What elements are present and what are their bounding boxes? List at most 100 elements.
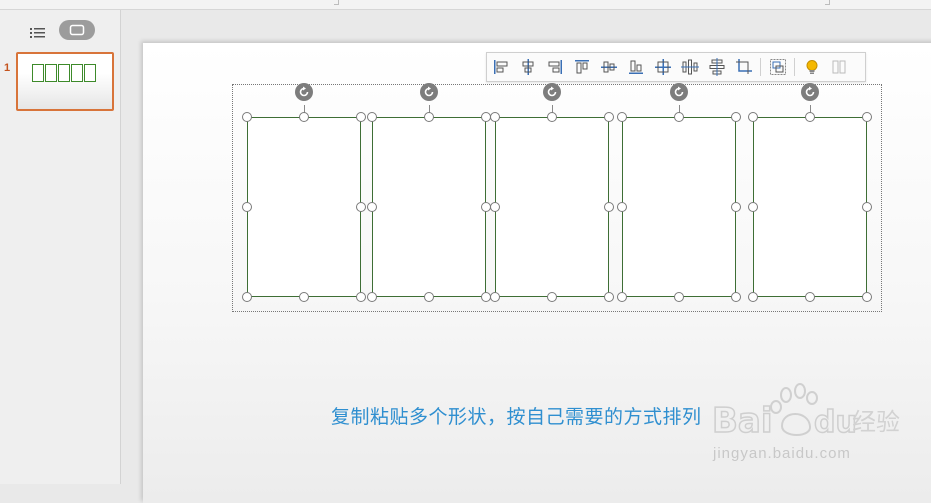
align-center-button[interactable] <box>515 55 541 79</box>
resize-handle[interactable] <box>805 292 815 302</box>
rotate-handle[interactable] <box>543 83 561 101</box>
rectangle-shape-1[interactable] <box>247 117 361 297</box>
align-center-both-icon <box>654 59 671 75</box>
resize-handle[interactable] <box>547 292 557 302</box>
slide-view-button[interactable] <box>59 20 95 40</box>
resize-handle[interactable] <box>617 202 627 212</box>
distribute-horizontal-button[interactable] <box>677 55 703 79</box>
rotate-icon <box>299 86 309 97</box>
resize-handle[interactable] <box>299 292 309 302</box>
resize-handle[interactable] <box>604 202 614 212</box>
crop-button[interactable] <box>731 55 757 79</box>
align-right-icon <box>548 60 562 74</box>
resize-handle[interactable] <box>604 292 614 302</box>
resize-handle[interactable] <box>617 292 627 302</box>
mini-shape <box>58 64 70 82</box>
slide-thumbnail-panel: 1 <box>0 10 121 484</box>
rotate-icon <box>805 86 815 97</box>
mini-shape <box>32 64 44 82</box>
resize-handle[interactable] <box>242 112 252 122</box>
mini-shape <box>71 64 83 82</box>
slide-icon <box>69 24 85 36</box>
group-icon <box>769 59 786 75</box>
rectangle-shape-4[interactable] <box>622 117 736 297</box>
rotate-icon <box>674 86 684 97</box>
resize-handle[interactable] <box>617 112 627 122</box>
outline-view-button[interactable] <box>26 23 50 43</box>
resize-handle[interactable] <box>490 202 500 212</box>
align-bottom-button[interactable] <box>623 55 649 79</box>
resize-handle[interactable] <box>674 292 684 302</box>
align-middle-button[interactable] <box>596 55 622 79</box>
list-icon <box>30 28 45 38</box>
align-bottom-icon <box>628 60 643 74</box>
resize-handle[interactable] <box>242 202 252 212</box>
resize-handle[interactable] <box>604 112 614 122</box>
slide-caption[interactable]: 复制粘贴多个形状，按自己需要的方式排列 <box>331 402 702 429</box>
svg-text:du: du <box>814 405 857 440</box>
align-center-both-button[interactable] <box>650 55 676 79</box>
resize-handle[interactable] <box>748 202 758 212</box>
rectangle-shape-2[interactable] <box>372 117 486 297</box>
toolbar-separator <box>760 58 761 76</box>
group-button[interactable] <box>765 55 791 79</box>
resize-handle[interactable] <box>862 202 872 212</box>
ruler-tick <box>334 0 339 5</box>
slide-number: 1 <box>4 62 11 74</box>
resize-handle[interactable] <box>424 292 434 302</box>
distribute-horizontal-icon <box>680 59 699 75</box>
resize-handle[interactable] <box>862 112 872 122</box>
align-center-icon <box>522 59 533 75</box>
resize-handle[interactable] <box>805 112 815 122</box>
align-toolbar <box>486 52 866 82</box>
svg-text:经验: 经验 <box>852 408 900 436</box>
rotate-handle[interactable] <box>295 83 313 101</box>
resize-handle[interactable] <box>674 112 684 122</box>
smart-suggest-button[interactable] <box>799 55 825 79</box>
rotate-handle[interactable] <box>801 83 819 101</box>
align-top-button[interactable] <box>569 55 595 79</box>
resize-handle[interactable] <box>748 292 758 302</box>
align-right-button[interactable] <box>542 55 568 79</box>
resize-handle[interactable] <box>367 112 377 122</box>
rotate-handle[interactable] <box>420 83 438 101</box>
distribute-vertical-icon <box>709 58 724 76</box>
rectangle-shape-3[interactable] <box>495 117 609 297</box>
top-ruler-strip <box>0 0 931 10</box>
ruler-tick <box>825 0 830 5</box>
resize-handle[interactable] <box>356 292 366 302</box>
watermark-url: jingyan.baidu.com <box>713 445 851 462</box>
resize-handle[interactable] <box>367 292 377 302</box>
slide-thumbnail[interactable] <box>16 52 114 111</box>
resize-handle[interactable] <box>424 112 434 122</box>
resize-handle[interactable] <box>547 112 557 122</box>
rotate-icon <box>547 86 557 97</box>
resize-handle[interactable] <box>490 112 500 122</box>
lightbulb-icon <box>806 60 817 74</box>
resize-handle[interactable] <box>731 112 741 122</box>
rotate-icon <box>424 86 434 97</box>
crop-icon <box>735 59 752 74</box>
resize-handle[interactable] <box>731 292 741 302</box>
distribute-vertical-button[interactable] <box>704 55 730 79</box>
resize-handle[interactable] <box>748 112 758 122</box>
svg-text:Bai: Bai <box>712 401 773 441</box>
more-icon <box>832 60 845 74</box>
mini-shape <box>45 64 57 82</box>
resize-handle[interactable] <box>356 112 366 122</box>
resize-handle[interactable] <box>731 202 741 212</box>
rectangle-shape-5[interactable] <box>753 117 867 297</box>
mini-shape <box>84 64 96 82</box>
resize-handle[interactable] <box>242 292 252 302</box>
resize-handle[interactable] <box>862 292 872 302</box>
align-left-icon <box>493 60 507 74</box>
resize-handle[interactable] <box>299 112 309 122</box>
align-top-icon <box>574 60 589 74</box>
resize-handle[interactable] <box>367 202 377 212</box>
align-left-button[interactable] <box>488 55 514 79</box>
toolbar-separator <box>794 58 795 76</box>
more-button[interactable] <box>826 55 852 79</box>
resize-handle[interactable] <box>356 202 366 212</box>
resize-handle[interactable] <box>490 292 500 302</box>
rotate-handle[interactable] <box>670 83 688 101</box>
